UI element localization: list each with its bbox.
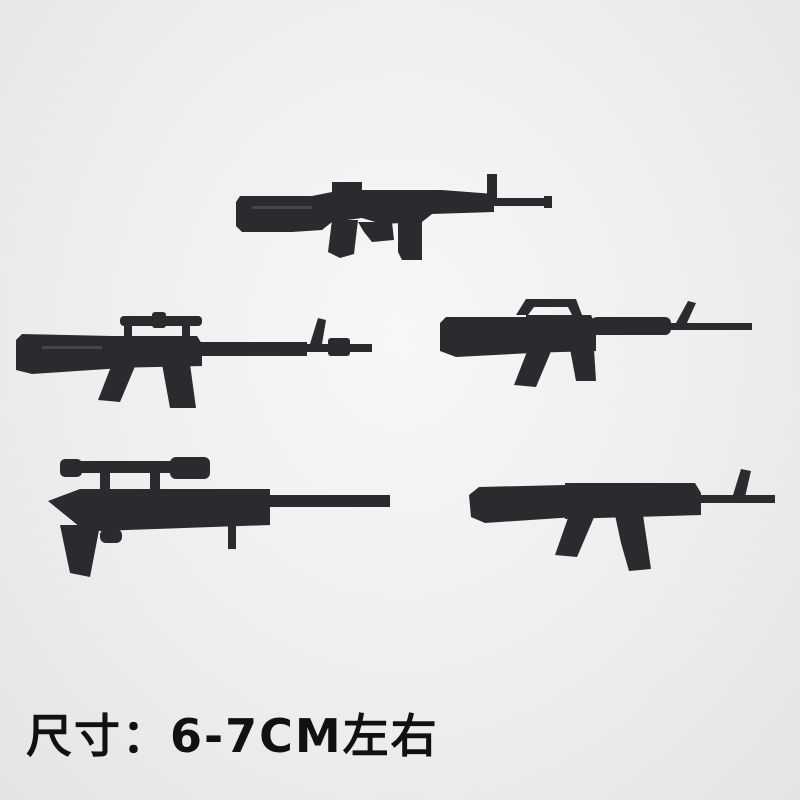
sniper-rifle-icon xyxy=(40,455,395,585)
rifle-m16-scoped-icon xyxy=(12,310,377,415)
rifle-ak-icon xyxy=(465,465,780,575)
rifle-m16-icon xyxy=(436,295,756,395)
size-caption: 尺寸：6-7CM左右 xyxy=(26,709,439,763)
rifle-g3-icon xyxy=(232,172,557,267)
product-photo xyxy=(0,0,800,800)
